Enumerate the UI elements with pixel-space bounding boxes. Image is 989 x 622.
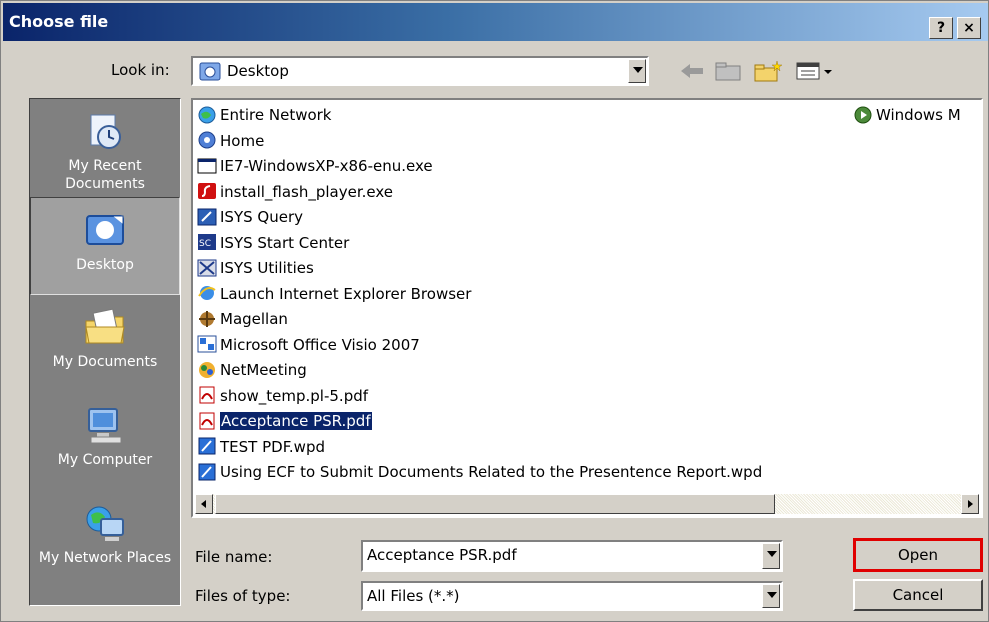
open-button[interactable]: Open — [853, 538, 983, 572]
back-arrow-icon[interactable] — [677, 59, 707, 83]
view-menu-icon[interactable] — [795, 59, 835, 83]
netmeeting-icon — [199, 361, 215, 378]
media-icon — [854, 106, 872, 123]
file-name: TEST PDF.wpd — [220, 437, 325, 456]
desktop-icon — [199, 62, 221, 81]
network-icon — [198, 106, 216, 123]
close-button[interactable]: × — [957, 17, 981, 39]
ie-icon — [198, 286, 216, 300]
up-folder-icon[interactable] — [713, 59, 743, 83]
shortcut-icon — [198, 131, 216, 149]
list-item[interactable]: NetMeeting — [197, 359, 307, 381]
list-item[interactable]: Using ECF to Submit Documents Related to… — [197, 461, 762, 483]
list-item[interactable]: Acceptance PSR.pdf — [197, 410, 373, 432]
wpd-icon — [198, 463, 216, 480]
list-item[interactable]: Windows M — [853, 104, 961, 126]
place-my-recent-documents[interactable]: My Recent Documents — [30, 99, 180, 197]
file-list[interactable]: Entire Network Home IE7-WindowsXP-x86-enu.… — [191, 98, 983, 518]
file-name: Using ECF to Submit Documents Related to… — [220, 463, 763, 481]
list-item[interactable]: ISYS Query — [197, 206, 303, 228]
exe-icon — [197, 158, 217, 173]
horizontal-scrollbar[interactable] — [195, 494, 979, 514]
list-item[interactable]: TEST PDF.wpd — [197, 436, 325, 458]
file-name: install_flash_player.exe — [220, 182, 394, 201]
file-name: Windows M — [876, 106, 961, 124]
places-bar: My Recent Documents Desktop My Documents — [29, 98, 181, 606]
file-type-label: Files of type: — [195, 587, 291, 605]
place-label: My Recent Documents — [65, 158, 145, 192]
pdf-icon — [199, 412, 215, 429]
scrollbar-thumb[interactable] — [215, 494, 775, 514]
help-button[interactable]: ? — [929, 17, 953, 39]
file-name-input[interactable]: Acceptance PSR.pdf — [367, 546, 517, 564]
cancel-button[interactable]: Cancel — [853, 579, 983, 611]
place-label: My Computer — [57, 452, 153, 468]
wpd-icon — [198, 437, 216, 455]
file-name: ISYS Query — [220, 208, 303, 226]
place-label: My Network Places — [38, 550, 172, 566]
list-item[interactable]: IE7-WindowsXP-x86-enu.exe — [197, 155, 433, 177]
my-documents-icon — [85, 308, 125, 344]
file-name: Magellan — [220, 310, 288, 328]
list-item[interactable]: SC ISYS Start Center — [197, 232, 349, 254]
file-name-label: File name: — [195, 548, 273, 566]
scroll-left-button[interactable] — [195, 494, 213, 514]
file-name-combo[interactable]: Acceptance PSR.pdf — [361, 540, 783, 572]
isys-sc-icon: SC — [198, 234, 216, 250]
file-name: show_temp.pl-5.pdf — [220, 386, 369, 405]
file-name: Home — [220, 131, 265, 150]
svg-text:SC: SC — [199, 239, 211, 249]
arrow-right-icon — [968, 500, 973, 508]
magellan-icon — [199, 310, 215, 327]
file-name: ISYS Utilities — [220, 259, 314, 277]
look-in-value: Desktop — [227, 62, 289, 80]
file-name: Microsoft Office Visio 2007 — [220, 335, 420, 354]
list-item[interactable]: Microsoft Office Visio 2007 — [197, 334, 420, 356]
choose-file-dialog: Choose file ? × Look in: Desktop My Rece… — [0, 0, 989, 622]
scroll-right-button[interactable] — [961, 494, 979, 514]
list-item[interactable]: show_temp.pl-5.pdf — [197, 385, 368, 407]
file-type-select[interactable]: All Files (*.*) — [361, 581, 783, 611]
place-desktop[interactable]: Desktop — [30, 197, 180, 295]
pdf-icon — [199, 386, 215, 404]
place-my-computer[interactable]: My Computer — [30, 393, 180, 491]
flash-icon — [198, 183, 216, 199]
window-title: Choose file — [9, 12, 109, 31]
file-name: Entire Network — [220, 106, 332, 124]
arrow-left-icon — [201, 500, 206, 508]
list-item[interactable]: ISYS Utilities — [197, 257, 314, 279]
isys-icon — [197, 208, 217, 225]
file-name: Acceptance PSR.pdf — [219, 411, 373, 431]
look-in-combo[interactable]: Desktop — [191, 56, 649, 86]
list-item[interactable]: Launch Internet Explorer Browser — [197, 283, 471, 305]
desktop-icon — [86, 215, 124, 245]
place-label: Desktop — [76, 257, 134, 273]
look-in-dropdown-button[interactable] — [628, 59, 646, 83]
visio-icon — [197, 335, 217, 353]
place-label: My Documents — [52, 354, 158, 370]
list-item[interactable]: Entire Network — [197, 104, 332, 126]
tools-icon — [197, 259, 217, 276]
file-type-value: All Files (*.*) — [367, 587, 460, 605]
list-item[interactable]: Home — [197, 130, 264, 152]
place-my-documents[interactable]: My Documents — [30, 295, 180, 393]
file-name: Launch Internet Explorer Browser — [220, 284, 472, 303]
file-name: IE7-WindowsXP-x86-enu.exe — [220, 157, 433, 175]
file-type-dropdown-button[interactable] — [762, 584, 780, 608]
open-button-label: Open — [897, 546, 939, 564]
list-item[interactable]: install_flash_player.exe — [197, 181, 393, 203]
network-places-icon — [86, 506, 124, 541]
recent-documents-icon — [90, 114, 121, 149]
look-in-label: Look in: — [111, 61, 170, 79]
title-bar: Choose file ? × — [3, 3, 988, 41]
file-name-dropdown-button[interactable] — [762, 543, 780, 569]
list-item[interactable]: Magellan — [197, 308, 288, 330]
new-folder-icon[interactable] — [753, 59, 785, 83]
file-name: NetMeeting — [220, 361, 307, 379]
place-my-network-places[interactable]: My Network Places — [30, 491, 180, 589]
my-computer-icon — [88, 408, 122, 444]
file-name: ISYS Start Center — [220, 233, 350, 252]
